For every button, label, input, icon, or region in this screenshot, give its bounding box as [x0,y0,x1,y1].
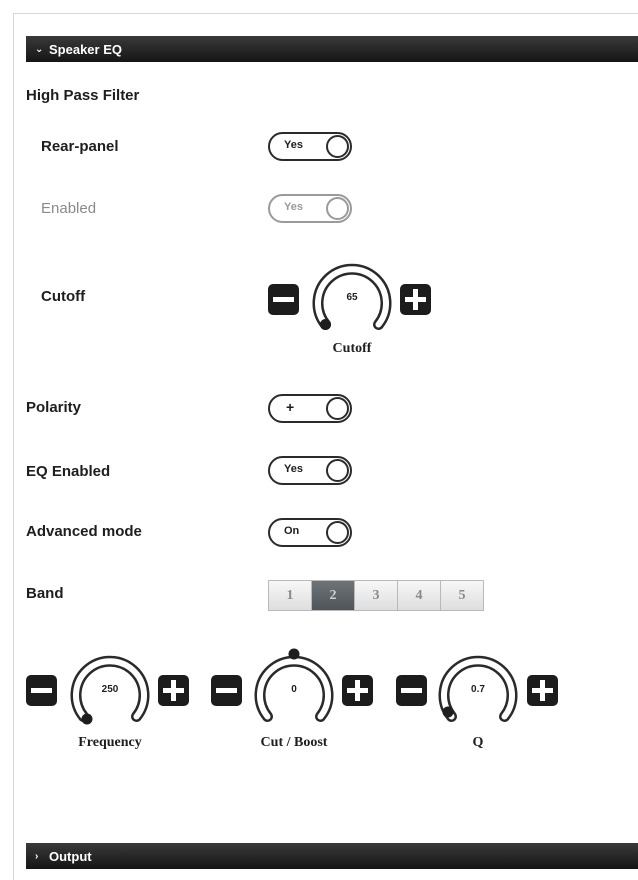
plus-icon-v [413,289,418,310]
chevron-down-icon: ⌄ [35,43,44,55]
band-button-5[interactable]: 5 [441,581,483,610]
toggle-text: On [284,525,300,537]
band-button-2[interactable]: 2 [312,581,355,610]
frequency-knob[interactable]: 250 [64,646,156,730]
toggle-text: Yes [284,463,303,475]
toggle-knob [326,197,349,220]
band-selector: 1 2 3 4 5 [268,580,484,611]
toggle-knob [326,521,349,544]
minus-icon [401,688,422,693]
plus-icon-v [355,680,360,701]
minus-icon [273,297,294,302]
polarity-label: Polarity [26,399,82,416]
minus-icon [216,688,237,693]
cut-boost-caption: Cut / Boost [260,735,328,750]
knob-value: 0 [291,684,297,695]
plus-icon-v [540,680,545,701]
cut-boost-increment-button[interactable] [342,675,373,706]
section-title: Output [49,848,92,864]
toggle-knob [326,135,349,158]
cutoff-knob[interactable]: 65 [306,254,398,338]
cut-boost-knob[interactable]: 0 [248,646,340,730]
knob-value: 250 [101,684,119,695]
chevron-right-icon: › [35,850,39,862]
plus-icon-v [171,680,176,701]
frequency-decrement-button[interactable] [26,675,57,706]
frequency-caption: Frequency [78,735,142,750]
eq-enabled-label: EQ Enabled [26,463,111,480]
toggle-knob [326,397,349,420]
toggle-text: Yes [284,201,303,213]
knob-value: 0.7 [471,684,485,695]
section-header-speaker-eq[interactable]: ⌄ Speaker EQ [26,36,638,62]
toggle-text: Yes [284,139,303,151]
advanced-mode-toggle[interactable]: On [268,518,352,547]
cutoff-decrement-button[interactable] [268,284,299,315]
q-increment-button[interactable] [527,675,558,706]
eq-enabled-toggle[interactable]: Yes [268,456,352,485]
band-label: Band [26,585,64,602]
q-knob[interactable]: 0.7 [432,646,524,730]
toggle-knob [326,459,349,482]
frequency-increment-button[interactable] [158,675,189,706]
q-decrement-button[interactable] [396,675,427,706]
minus-icon [31,688,52,693]
toggle-text: + [286,399,295,415]
cutoff-knob-caption: Cutoff [332,341,372,356]
cutoff-label: Cutoff [41,288,86,305]
cutoff-increment-button[interactable] [400,284,431,315]
enabled-toggle: Yes [268,194,352,223]
band-button-1[interactable]: 1 [269,581,312,610]
rear-panel-label: Rear-panel [41,138,119,155]
q-caption: Q [472,735,484,750]
polarity-toggle[interactable]: + [268,394,352,423]
band-button-3[interactable]: 3 [355,581,398,610]
cut-boost-decrement-button[interactable] [211,675,242,706]
high-pass-filter-heading: High Pass Filter [26,87,140,104]
enabled-label: Enabled [41,200,97,217]
section-title: Speaker EQ [49,41,122,57]
advanced-mode-label: Advanced mode [26,523,142,540]
knob-value: 65 [346,292,358,303]
section-header-output[interactable]: › Output [26,843,638,869]
band-button-4[interactable]: 4 [398,581,441,610]
rear-panel-toggle[interactable]: Yes [268,132,352,161]
